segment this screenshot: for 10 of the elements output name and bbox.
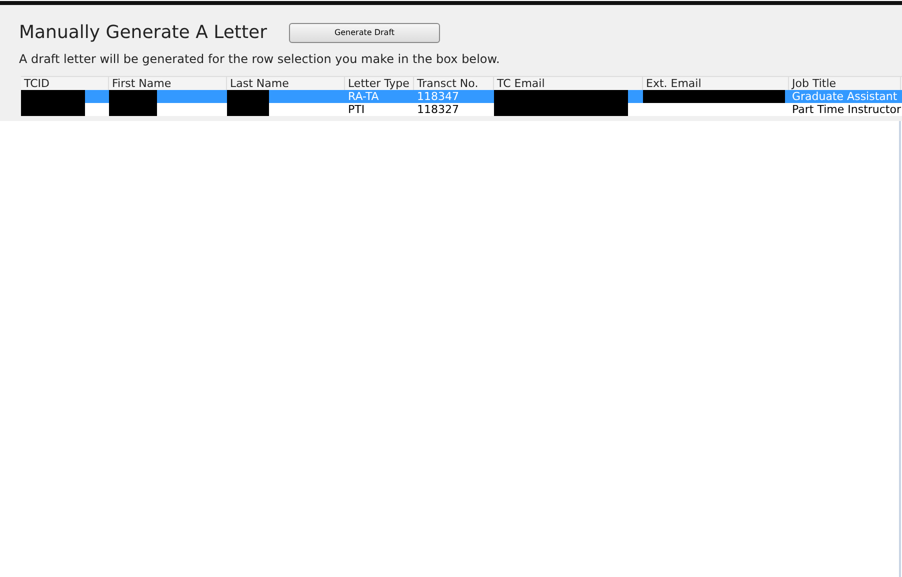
table-cell: Part Time Instructor (792, 103, 901, 116)
page-title: Manually Generate A Letter (19, 22, 267, 43)
instructions-text: A draft letter will be generated for the row selection you make in the box below. (19, 52, 501, 66)
table-row[interactable]: PTI 118327 Part Time Instructor (21, 103, 902, 116)
table-cell: 118327 (417, 103, 459, 116)
table-cell: PTI (348, 103, 365, 116)
table-cell: Graduate Assistant (792, 90, 898, 103)
table-cell: 118347 (417, 90, 459, 103)
generate-draft-button[interactable]: Generate Draft (288, 22, 440, 42)
table-cell: RA-TA (348, 90, 379, 103)
